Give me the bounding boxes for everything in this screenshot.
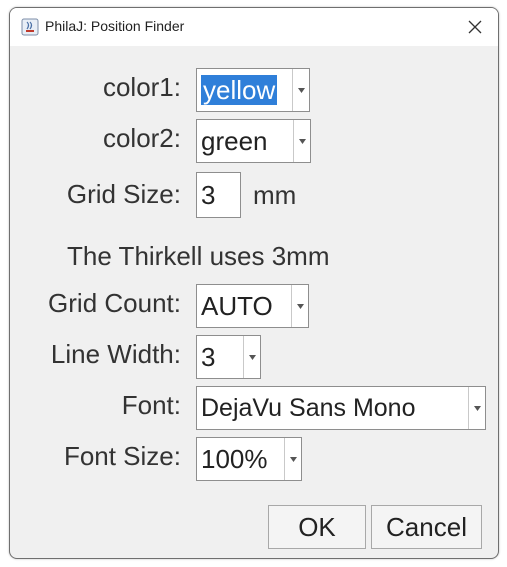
close-button[interactable] bbox=[460, 12, 490, 42]
thirkell-note: The Thirkell uses 3mm bbox=[67, 241, 330, 271]
dialog-window: PhilaJ: Position Finder color1: yellow c… bbox=[9, 7, 499, 559]
chevron-down-icon bbox=[468, 387, 485, 429]
line-width-label: Line Width: bbox=[50, 339, 181, 369]
chevron-down-icon bbox=[292, 69, 309, 111]
grid-count-dropdown[interactable]: AUTO bbox=[196, 284, 309, 328]
font-value: DejaVu Sans Mono bbox=[201, 393, 416, 422]
grid-size-input[interactable]: 3 bbox=[196, 172, 241, 218]
font-dropdown[interactable]: DejaVu Sans Mono bbox=[196, 386, 486, 430]
font-size-label: Font Size: bbox=[63, 441, 181, 471]
title-bar[interactable]: PhilaJ: Position Finder bbox=[10, 8, 498, 46]
grid-size-unit: mm bbox=[253, 180, 297, 210]
ok-button[interactable]: OK bbox=[268, 505, 366, 549]
chevron-down-icon bbox=[293, 120, 310, 162]
font-label: Font: bbox=[121, 390, 181, 420]
color1-dropdown[interactable]: yellow bbox=[196, 68, 310, 112]
color1-label: color1: bbox=[102, 72, 181, 102]
java-app-icon bbox=[21, 18, 39, 36]
grid-count-label: Grid Count: bbox=[48, 288, 181, 318]
line-width-dropdown[interactable]: 3 bbox=[196, 335, 261, 379]
line-width-value: 3 bbox=[201, 341, 216, 372]
grid-count-value: AUTO bbox=[201, 290, 273, 321]
grid-size-label: Grid Size: bbox=[66, 179, 181, 209]
color2-value: green bbox=[201, 125, 268, 156]
color1-value: yellow bbox=[201, 74, 278, 105]
chevron-down-icon bbox=[291, 285, 308, 327]
color2-label: color2: bbox=[102, 123, 181, 153]
window-title: PhilaJ: Position Finder bbox=[45, 18, 185, 34]
cancel-button[interactable]: Cancel bbox=[371, 505, 482, 549]
color2-dropdown[interactable]: green bbox=[196, 119, 311, 163]
chevron-down-icon bbox=[284, 438, 301, 480]
font-size-value: 100% bbox=[201, 443, 268, 474]
font-size-dropdown[interactable]: 100% bbox=[196, 437, 302, 481]
chevron-down-icon bbox=[243, 336, 260, 378]
close-icon bbox=[468, 20, 482, 34]
